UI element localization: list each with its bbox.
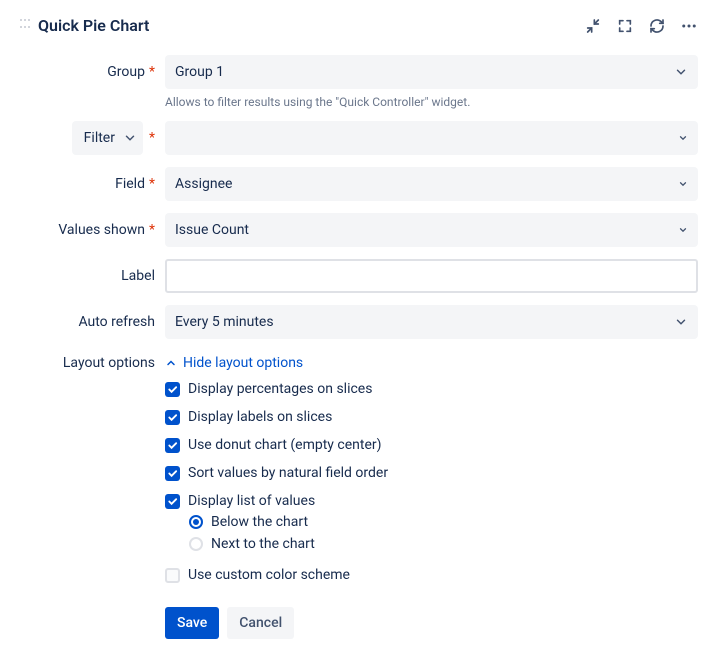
field-label: Field* [20,167,165,201]
values-value: Issue Count [175,222,249,238]
chevron-down-icon [678,133,688,143]
chevron-up-icon [165,357,177,369]
chevron-down-icon [678,179,688,189]
radio-next-label: Next to the chart [211,536,315,552]
check-labels-label: Display labels on slices [188,409,332,425]
values-select[interactable]: Issue Count [165,213,698,247]
autorefresh-select[interactable]: Every 5 minutes [165,305,698,339]
save-button[interactable]: Save [165,607,219,639]
group-helper: Allows to filter results using the "Quic… [165,95,698,109]
layout-section-label: Layout options [20,351,165,375]
chevron-down-icon [674,315,688,329]
check-list-label: Display list of values [188,493,315,509]
cancel-button[interactable]: Cancel [227,607,294,639]
chevron-down-icon [678,225,688,235]
check-sort[interactable] [165,466,180,481]
radio-below[interactable] [189,515,203,529]
radio-below-label: Below the chart [211,514,308,530]
filter-type-select[interactable]: Filter [72,121,143,155]
group-select[interactable]: Group 1 [165,55,698,89]
check-labels[interactable] [165,410,180,425]
check-color[interactable] [165,568,180,583]
field-value: Assignee [175,176,232,192]
values-label: Values shown* [20,213,165,247]
check-percentages-label: Display percentages on slices [188,381,372,397]
filter-value-select[interactable] [165,121,698,155]
layout-toggle-text: Hide layout options [183,355,303,371]
check-donut-label: Use donut chart (empty center) [188,437,382,453]
chevron-down-icon [123,131,137,145]
check-sort-label: Sort values by natural field order [188,465,388,481]
maximize-icon[interactable] [616,17,634,35]
autorefresh-value: Every 5 minutes [175,314,274,330]
chevron-down-icon [674,65,688,79]
minimize-icon[interactable] [584,17,602,35]
refresh-icon[interactable] [648,17,666,35]
drag-handle-icon[interactable] [20,19,30,33]
group-value: Group 1 [175,64,224,80]
label-input[interactable] [165,259,698,293]
label-label: Label [20,259,165,293]
autorefresh-label: Auto refresh [20,305,165,339]
check-percentages[interactable] [165,382,180,397]
check-donut[interactable] [165,438,180,453]
layout-toggle-link[interactable]: Hide layout options [165,351,698,375]
filter-type-label: Filter [84,121,115,155]
radio-next[interactable] [189,537,203,551]
group-label: Group* [20,55,165,89]
check-list[interactable] [165,494,180,509]
more-icon[interactable] [680,17,698,35]
field-select[interactable]: Assignee [165,167,698,201]
panel-title: Quick Pie Chart [38,16,149,35]
check-color-label: Use custom color scheme [188,567,350,583]
